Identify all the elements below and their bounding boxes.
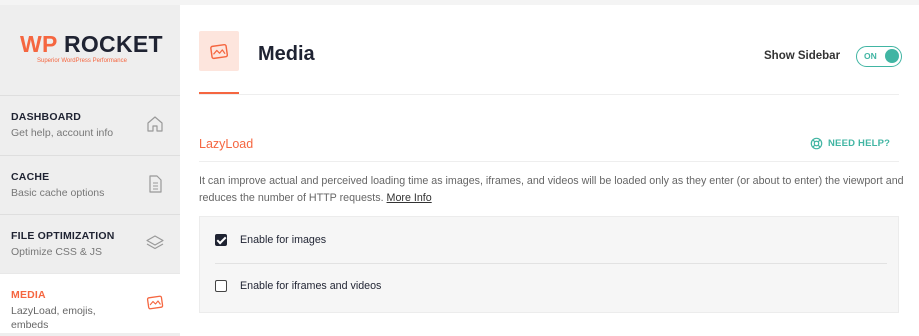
toggle-knob <box>885 49 899 63</box>
sidebar-item-title: FILE OPTIMIZATION <box>11 230 115 242</box>
sidebar-item-description: Get help, account info <box>11 127 114 139</box>
page-icon <box>199 31 239 71</box>
sidebar-item-description: Basic cache options <box>11 187 105 199</box>
need-help-label: NEED HELP? <box>828 138 891 149</box>
sidebar-item-title: CACHE <box>11 171 50 183</box>
enable-iframes-checkbox[interactable] <box>215 280 227 292</box>
lazyload-description-text: It can improve actual and perceived load… <box>199 175 904 204</box>
option-enable-images[interactable]: Enable for images <box>215 234 326 246</box>
home-icon <box>147 116 163 132</box>
header-divider <box>199 94 899 95</box>
enable-images-checkbox[interactable] <box>215 234 227 246</box>
sidebar-item-media[interactable]: MEDIA LazyLoad, emojis, embeds <box>0 273 180 333</box>
sidebar-item-title: DASHBOARD <box>11 111 82 123</box>
sidebar-item-file-optimization[interactable]: FILE OPTIMIZATION Optimize CSS & JS <box>0 214 180 272</box>
lifebuoy-icon <box>810 137 823 150</box>
option-label: Enable for iframes and videos <box>240 280 382 292</box>
media-icon <box>146 295 164 310</box>
section-divider <box>199 161 899 162</box>
document-icon <box>149 175 162 193</box>
option-enable-iframes[interactable]: Enable for iframes and videos <box>215 280 381 292</box>
sidebar: WP ROCKET Superior WordPress Performance… <box>0 5 180 336</box>
main-panel: Media Show Sidebar ON LazyLoad NEED HELP… <box>180 5 919 336</box>
sidebar-item-dashboard[interactable]: DASHBOARD Get help, account info <box>0 95 180 153</box>
logo-tagline: Superior WordPress Performance <box>37 58 127 64</box>
sidebar-item-cache[interactable]: CACHE Basic cache options <box>0 155 180 213</box>
show-sidebar-label: Show Sidebar <box>764 50 841 62</box>
section-title-lazyload: LazyLoad <box>199 137 254 151</box>
logo-text: WP ROCKET <box>20 31 163 58</box>
option-divider <box>215 263 887 264</box>
option-label: Enable for images <box>240 234 327 246</box>
logo[interactable]: WP ROCKET Superior WordPress Performance <box>0 5 180 93</box>
lazyload-description: It can improve actual and perceived load… <box>199 173 919 207</box>
logo-word: ROCKET <box>63 31 163 57</box>
show-sidebar-toggle[interactable]: ON <box>856 46 902 67</box>
lazyload-options-box: Enable for images Enable for iframes and… <box>199 216 899 313</box>
sidebar-item-title: MEDIA <box>11 289 46 301</box>
need-help-link[interactable]: NEED HELP? <box>810 137 890 150</box>
toggle-state-text: ON <box>864 51 877 61</box>
layers-icon <box>146 235 164 250</box>
sidebar-item-description: Optimize CSS & JS <box>11 246 103 258</box>
media-icon <box>210 43 229 60</box>
sidebar-item-description: LazyLoad, emojis, embeds <box>11 305 96 331</box>
more-info-link[interactable]: More Info <box>387 192 432 204</box>
page-title: Media <box>258 43 315 65</box>
logo-prefix: WP <box>20 31 58 57</box>
